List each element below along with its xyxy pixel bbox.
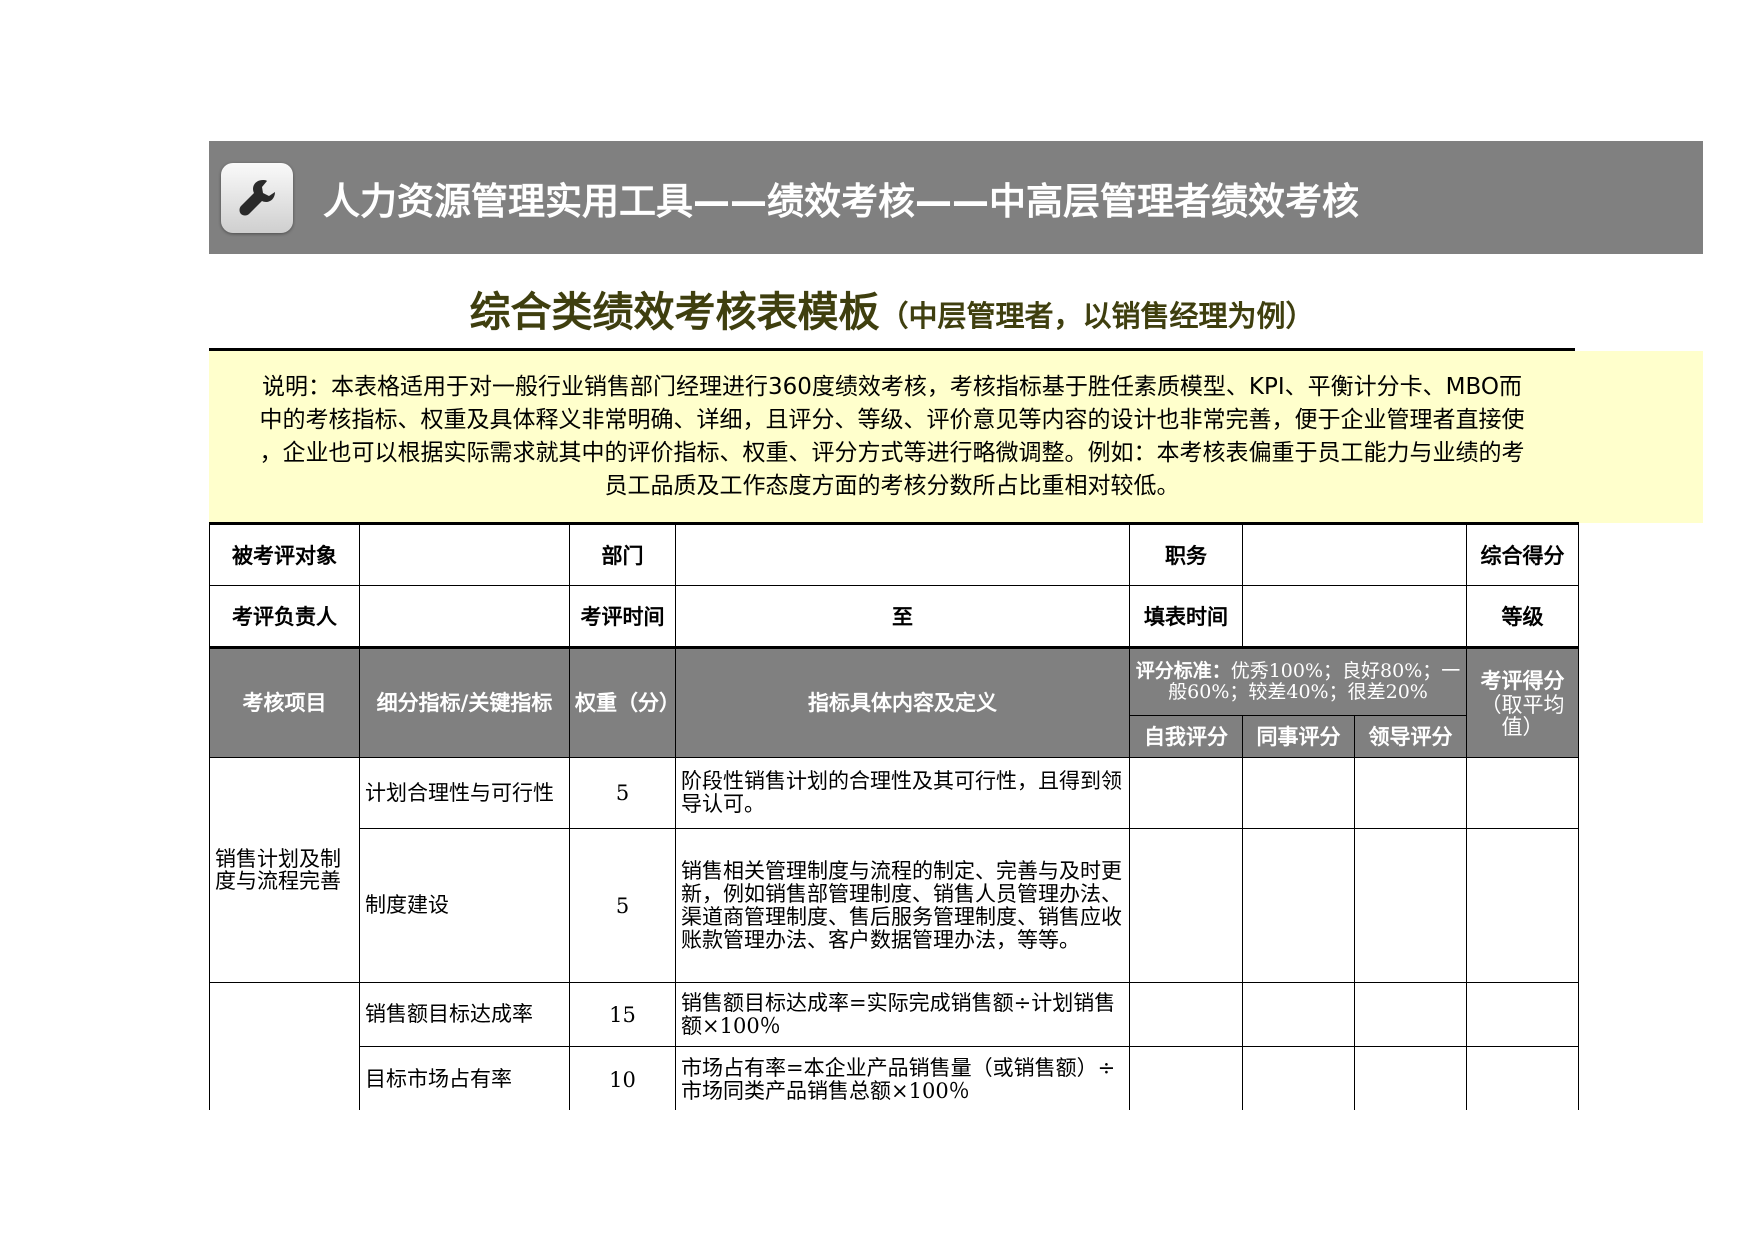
header-score: 考评得分 （取平均值） (1466, 646, 1579, 758)
header-banner: 人力资源管理实用工具——绩效考核——中高层管理者绩效考核 (209, 141, 1703, 254)
position-input[interactable] (1242, 522, 1467, 586)
leader-score-cell[interactable] (1354, 757, 1467, 829)
final-score-cell[interactable] (1466, 828, 1579, 983)
total-score-label: 综合得分 (1466, 522, 1579, 586)
evaluator-input[interactable] (359, 585, 570, 648)
fill-date-label: 填表时间 (1129, 585, 1243, 648)
header-criteria: 评分标准：优秀100%；良好80%；一般60%；较差40%；很差20% (1129, 646, 1467, 716)
weight-cell: 15 (569, 982, 676, 1047)
definition-cell: 市场占有率=本企业产品销售量（或销售额）÷市场同类产品销售总额×100％ (675, 1046, 1130, 1113)
description-box: 说明：本表格适用于对一般行业销售部门经理进行360度绩效考核，考核指标基于胜任素… (209, 351, 1703, 523)
definition-cell: 阶段性销售计划的合理性及其可行性，且得到领导认可。 (675, 757, 1130, 829)
position-label: 职务 (1129, 522, 1243, 586)
subject-input[interactable] (359, 522, 570, 586)
header-score-label: 考评得分 (1480, 669, 1565, 693)
peer-score-cell[interactable] (1242, 828, 1355, 983)
header-weight: 权重（分） (569, 646, 680, 758)
evaluation-table: 被考评对象 部门 职务 综合得分 考评负责人 考评时间 至 填表时间 等级 考核… (209, 522, 1579, 1153)
category-cell: 销售计划及制度与流程完善 (209, 757, 360, 983)
leader-score-cell[interactable] (1354, 828, 1467, 983)
self-score-cell[interactable] (1129, 828, 1243, 983)
wrench-icon (221, 162, 293, 233)
indicator-cell: 销售额目标达成率 (359, 982, 570, 1047)
weight-cell: 10 (569, 1046, 676, 1113)
self-score-cell[interactable] (1129, 1046, 1243, 1113)
form-title-sub: （中层管理者，以销售经理为例） (879, 299, 1315, 333)
final-score-cell[interactable] (1466, 1046, 1579, 1113)
grade-label: 等级 (1466, 585, 1579, 648)
header-indicator: 细分指标/关键指标 (359, 646, 570, 758)
dept-input[interactable] (675, 522, 1130, 586)
description-line: 员工品质及工作态度方面的考核分数所占比重相对较低。 (604, 473, 1180, 499)
description-line: 中的考核指标、权重及具体释义非常明确、详细，且评分、等级、评价意见等内容的设计也… (259, 407, 1525, 433)
final-score-cell[interactable] (1466, 757, 1579, 829)
header-definition: 指标具体内容及定义 (675, 646, 1130, 758)
description-line: 说明：本表格适用于对一般行业销售部门经理进行360度绩效考核，考核指标基于胜任素… (262, 374, 1522, 400)
peer-score-cell[interactable] (1242, 1046, 1355, 1113)
page-bottom-mask (200, 1110, 1720, 1240)
period-input[interactable]: 至 (675, 585, 1130, 648)
description-line: ，企业也可以根据实际需求就其中的评价指标、权重、评分方式等进行略微调整。例如：本… (259, 440, 1525, 466)
criteria-label: 评分标准： (1135, 660, 1231, 682)
leader-score-cell[interactable] (1354, 982, 1467, 1047)
header-peer: 同事评分 (1242, 715, 1355, 758)
fill-date-input[interactable] (1242, 585, 1467, 648)
final-score-cell[interactable] (1466, 982, 1579, 1047)
weight-cell: 5 (569, 828, 676, 983)
definition-cell: 销售额目标达成率=实际完成销售额÷计划销售额×100％ (675, 982, 1130, 1047)
leader-score-cell[interactable] (1354, 1046, 1467, 1113)
indicator-cell: 计划合理性与可行性 (359, 757, 570, 829)
header-item: 考核项目 (209, 646, 360, 758)
form-title: 综合类绩效考核表模板（中层管理者，以销售经理为例） (209, 278, 1575, 338)
self-score-cell[interactable] (1129, 982, 1243, 1047)
header-score-note: （取平均值） (1480, 693, 1565, 739)
period-label: 考评时间 (569, 585, 676, 648)
header-self: 自我评分 (1129, 715, 1243, 758)
dept-label: 部门 (569, 522, 676, 586)
self-score-cell[interactable] (1129, 757, 1243, 829)
evaluator-label: 考评负责人 (209, 585, 360, 648)
peer-score-cell[interactable] (1242, 757, 1355, 829)
definition-cell: 销售相关管理制度与流程的制定、完善与及时更新，例如销售部管理制度、销售人员管理办… (675, 828, 1130, 983)
peer-score-cell[interactable] (1242, 982, 1355, 1047)
weight-cell: 5 (569, 757, 676, 829)
form-title-main: 综合类绩效考核表模板 (469, 288, 880, 336)
indicator-cell: 制度建设 (359, 828, 570, 983)
subject-label: 被考评对象 (209, 522, 360, 586)
header-leader: 领导评分 (1354, 715, 1467, 758)
banner-title: 人力资源管理实用工具——绩效考核——中高层管理者绩效考核 (323, 179, 1359, 223)
indicator-cell: 目标市场占有率 (359, 1046, 570, 1113)
